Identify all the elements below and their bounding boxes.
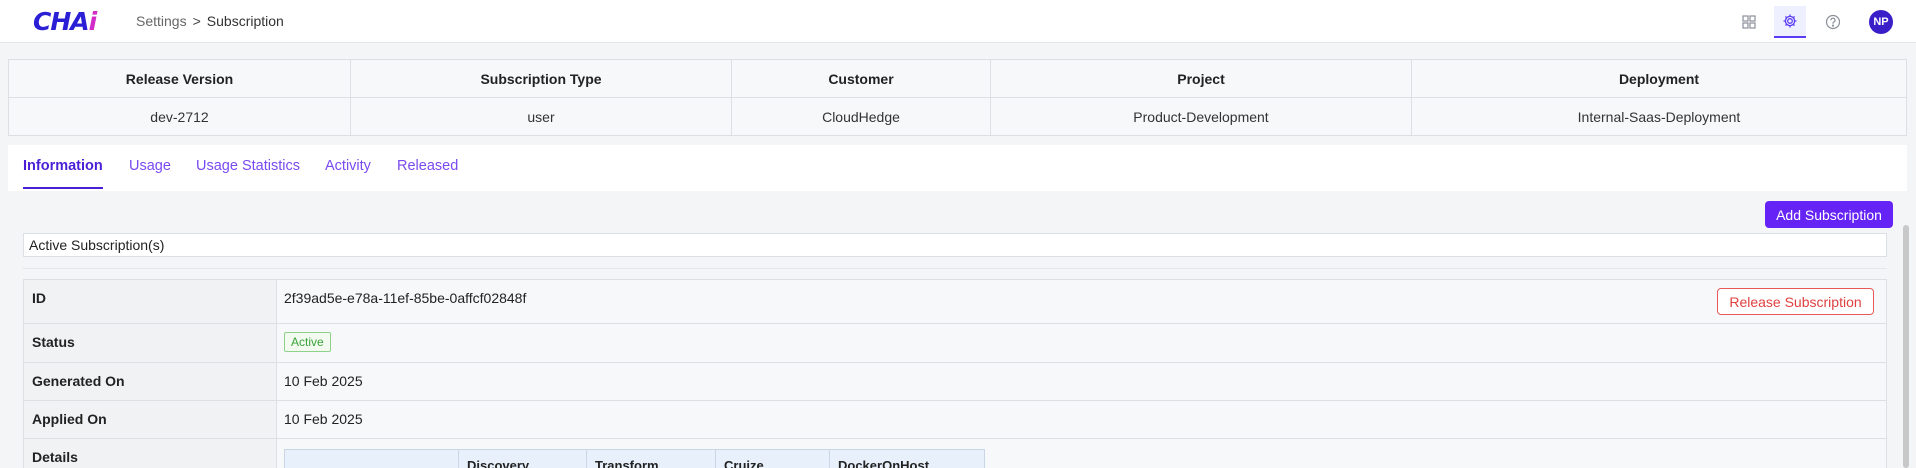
help-icon[interactable]: [1817, 6, 1849, 38]
table-row: Generated On 10 Feb 2025: [23, 362, 1887, 401]
tab-bar: Information Usage Usage Statistics Activ…: [8, 145, 1907, 191]
release-subscription-button[interactable]: Release Subscription: [1717, 288, 1874, 315]
col-release-version: Release Version: [8, 59, 351, 98]
col-project: Project: [990, 59, 1412, 98]
applied-on-label: Applied On: [23, 400, 277, 439]
breadcrumb-settings[interactable]: Settings: [136, 13, 187, 29]
tab-released[interactable]: Released: [397, 158, 458, 174]
col-subscription-type: Subscription Type: [350, 59, 732, 98]
details-col-discovery: Discovery: [458, 449, 587, 468]
cell-release-version: dev-2712: [8, 97, 351, 136]
cell-customer: CloudHedge: [731, 97, 991, 136]
col-customer: Customer: [731, 59, 991, 98]
table-row: Status Active: [23, 323, 1887, 363]
breadcrumb-current: Subscription: [206, 13, 284, 29]
generated-on-label: Generated On: [23, 362, 277, 401]
subscription-details-table: ID 2f39ad5e-e78a-11ef-85be-0affcf02848f …: [23, 279, 1887, 468]
user-avatar[interactable]: NP: [1869, 10, 1893, 34]
details-usage-table: Discovery Transform Cruize DockerOnHost: [284, 449, 985, 468]
applied-on-value: 10 Feb 2025: [276, 400, 1887, 439]
id-label: ID: [23, 279, 277, 324]
apps-grid-icon[interactable]: [1733, 6, 1765, 38]
divider: [23, 268, 1887, 269]
details-col-cruize: Cruize: [715, 449, 830, 468]
details-col-transform: Transform: [586, 449, 716, 468]
tab-information[interactable]: Information: [23, 158, 103, 189]
vertical-scrollbar[interactable]: [1903, 225, 1909, 468]
details-label: Details: [23, 438, 277, 468]
chai-logo[interactable]: CHAi: [33, 7, 97, 36]
tab-usage-statistics[interactable]: Usage Statistics: [196, 158, 300, 174]
table-row: Applied On 10 Feb 2025: [23, 400, 1887, 439]
top-bar: CHAi Settings > Subscription NP: [0, 0, 1916, 43]
cell-deployment: Internal-Saas-Deployment: [1411, 97, 1907, 136]
id-value: 2f39ad5e-e78a-11ef-85be-0affcf02848f: [284, 290, 527, 306]
table-row: Details Discovery Transform Cruize Docke…: [23, 438, 1887, 468]
generated-on-value: 10 Feb 2025: [276, 362, 1887, 401]
cell-project: Product-Development: [990, 97, 1412, 136]
gear-icon[interactable]: [1774, 6, 1806, 38]
subscription-summary-table: Release Version Subscription Type Custom…: [8, 59, 1907, 136]
breadcrumb-separator: >: [192, 13, 201, 29]
active-subscriptions-header: Active Subscription(s): [23, 233, 1887, 257]
status-badge: Active: [284, 332, 331, 352]
details-col-dockeronhost: DockerOnHost: [829, 449, 985, 468]
add-subscription-button[interactable]: Add Subscription: [1765, 201, 1893, 228]
col-deployment: Deployment: [1411, 59, 1907, 98]
table-row: ID 2f39ad5e-e78a-11ef-85be-0affcf02848f …: [23, 279, 1887, 324]
details-col-blank: [284, 449, 459, 468]
table-row: dev-2712 user CloudHedge Product-Develop…: [8, 97, 1907, 136]
cell-subscription-type: user: [350, 97, 732, 136]
tab-usage[interactable]: Usage: [129, 158, 171, 174]
breadcrumb: Settings > Subscription: [136, 13, 284, 29]
tab-activity[interactable]: Activity: [325, 158, 371, 174]
status-label: Status: [23, 323, 277, 363]
